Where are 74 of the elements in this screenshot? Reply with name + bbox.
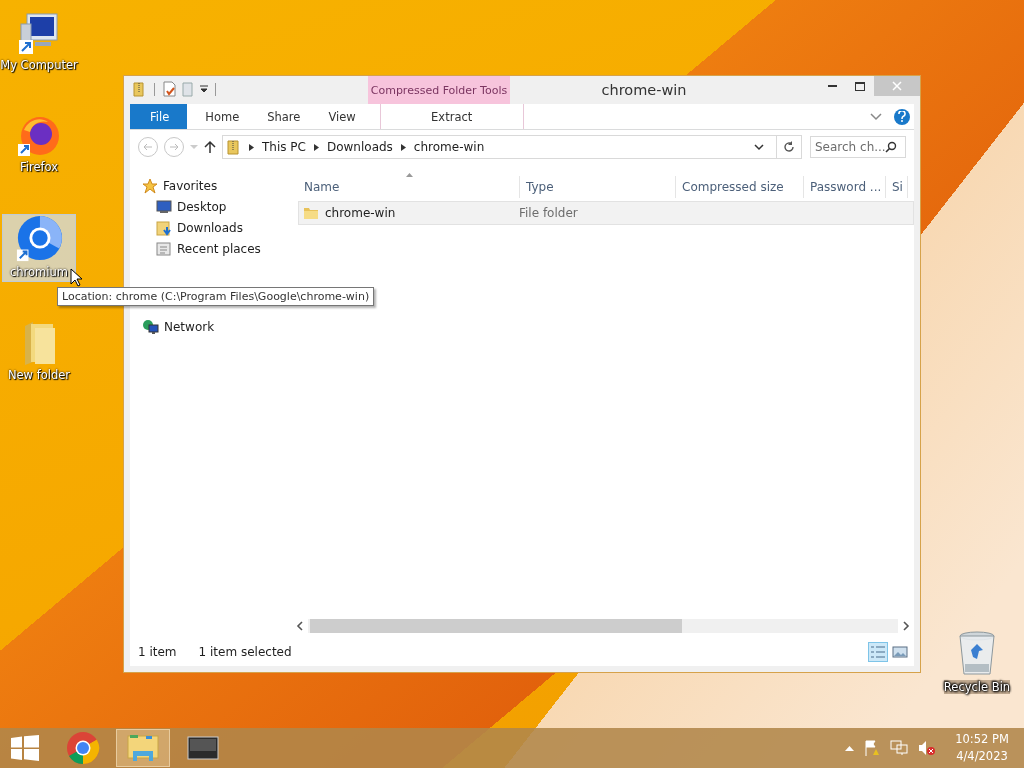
- flag-warning-icon[interactable]: [864, 740, 880, 756]
- chevron-icon: [249, 143, 254, 151]
- question-mark-icon: [898, 111, 906, 122]
- expand-ribbon-icon[interactable]: [870, 112, 882, 121]
- nav-item[interactable]: Recent places: [142, 241, 292, 257]
- chromium-icon: [14, 215, 64, 263]
- ribbon-tab[interactable]: File: [130, 104, 188, 129]
- column-header[interactable]: Compressed size: [676, 176, 804, 198]
- refresh-button[interactable]: [776, 135, 802, 159]
- folder-icon: [303, 205, 319, 221]
- sort-arrow-icon: [406, 172, 413, 177]
- right-arrow-icon: [169, 143, 179, 151]
- search-field[interactable]: Search ch...: [810, 136, 906, 158]
- nav-item[interactable]: Favorites: [142, 178, 292, 194]
- tooltip: Location: chrome (C:\Program Files\Google\chrome-win): [57, 287, 375, 306]
- details-list-icon: [870, 645, 886, 659]
- new-folder-icon: [181, 81, 195, 97]
- table-cell-text: File folder: [518, 206, 579, 220]
- column-header[interactable]: Type: [520, 176, 676, 198]
- folder-zip-icon: [227, 139, 241, 155]
- column-header[interactable]: Password ...: [804, 176, 886, 198]
- maximize-icon: [855, 81, 865, 91]
- explorer-taskbar-button[interactable]: [116, 729, 170, 767]
- details-view-button[interactable]: [868, 642, 888, 662]
- left-arrow-icon: [143, 143, 153, 151]
- muted-speaker-icon[interactable]: [918, 740, 936, 756]
- image-icon: [892, 645, 908, 659]
- nav-item[interactable]: Downloads: [142, 220, 292, 236]
- folder-icon: [126, 733, 160, 763]
- mouse-cursor: [70, 268, 82, 287]
- help-icon[interactable]: [894, 108, 910, 125]
- context-tab-header: Compressed Folder Tools: [368, 76, 510, 104]
- star-icon: [142, 178, 158, 194]
- nav-item[interactable]: Desktop: [142, 199, 292, 215]
- ribbon-tab[interactable]: View: [314, 104, 370, 129]
- up-arrow-icon[interactable]: [204, 140, 216, 154]
- icon-label: Firefox: [19, 160, 59, 174]
- recycle-bin-icon: [957, 630, 997, 678]
- nav-item[interactable]: Network: [142, 319, 292, 335]
- breadcrumb-item[interactable]: Downloads: [326, 140, 393, 154]
- download-folder-icon: [156, 220, 172, 236]
- scrollbar-thumb[interactable]: [310, 619, 682, 633]
- icon-label: New folder: [7, 368, 71, 382]
- monitor-icon: [156, 200, 172, 214]
- windows-start-button[interactable]: [11, 735, 39, 761]
- properties-icon: [161, 81, 177, 97]
- show-hidden-icons-button[interactable]: [845, 745, 854, 751]
- chrome-icon: [66, 731, 100, 765]
- table-cell: chrome-win: [299, 205, 515, 221]
- breadcrumb-item[interactable]: chrome-win: [413, 140, 485, 154]
- minimize-icon: [827, 85, 837, 87]
- network-icon: [142, 319, 159, 335]
- network-icon[interactable]: [890, 740, 908, 756]
- column-header[interactable]: Si: [886, 176, 908, 198]
- ribbon-tab[interactable]: Extract: [379, 104, 524, 129]
- refresh-icon: [783, 141, 795, 153]
- window-title: chrome-win: [600, 81, 688, 98]
- chevron-icon: [400, 143, 406, 151]
- dropdown-icon[interactable]: [754, 143, 764, 151]
- ribbon-tab[interactable]: Share: [253, 104, 315, 129]
- dropdown-icon: [199, 84, 209, 94]
- computer-icon: [17, 12, 61, 56]
- recent-places-icon: [156, 241, 172, 257]
- ribbon-tab[interactable]: Home: [191, 104, 254, 129]
- status-text: 1 item: [138, 645, 177, 659]
- file-row[interactable]: chrome-win File folder: [298, 201, 914, 225]
- icon-label: chromium: [10, 265, 68, 279]
- icon-label: My Computer: [0, 58, 78, 72]
- close-icon: [892, 81, 902, 91]
- monitor-icon: [187, 736, 219, 760]
- search-icon: [885, 141, 897, 153]
- chevron-icon: [313, 143, 319, 151]
- breadcrumb-item[interactable]: This PC: [262, 140, 306, 154]
- status-text: 1 item selected: [198, 645, 292, 659]
